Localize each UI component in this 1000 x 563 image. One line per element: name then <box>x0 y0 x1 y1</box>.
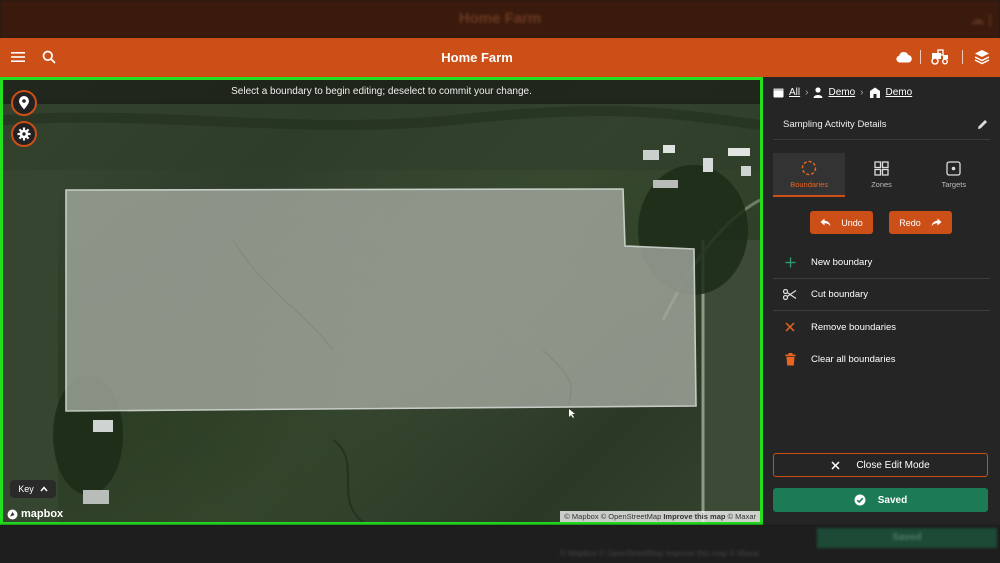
mapbox-icon <box>7 509 18 519</box>
remove-boundaries-action[interactable]: Remove boundaries <box>773 311 990 343</box>
clear-all-boundaries-action[interactable]: Clear all boundaries <box>773 343 990 375</box>
tab-targets[interactable]: Targets <box>918 153 990 197</box>
chevron-up-icon <box>40 486 48 492</box>
attribution-mapbox-link[interactable]: © Mapbox <box>564 512 598 521</box>
key-label: Key <box>18 484 34 494</box>
dashed-circle-icon <box>801 160 817 175</box>
breadcrumb: All › Demo › Demo <box>773 87 912 98</box>
breadcrumb-client[interactable]: Demo <box>828 87 855 98</box>
breadcrumb-farm[interactable]: Demo <box>886 87 913 98</box>
attribution-osm-link[interactable]: © OpenStreetMap <box>601 512 662 521</box>
activity-title: Sampling Activity Details <box>783 119 887 130</box>
edit-pencil-icon[interactable] <box>977 119 988 130</box>
tractor-icon[interactable] <box>929 47 951 67</box>
new-boundary-label: New boundary <box>811 257 873 268</box>
ghost-footer: Saved © Mapbox © OpenStreetMap Improve t… <box>0 525 1000 563</box>
cut-boundary-label: Cut boundary <box>811 289 869 300</box>
app-bar: Home Farm <box>0 38 1000 77</box>
person-icon <box>813 87 823 98</box>
page-title: Home Farm <box>441 50 513 65</box>
grid-icon <box>874 161 889 176</box>
plus-icon <box>785 257 795 268</box>
undo-button[interactable]: Undo <box>810 211 873 234</box>
ghost-cloud-icon: ☁ | <box>970 11 992 27</box>
tab-boundaries-label: Boundaries <box>790 179 829 189</box>
redo-button[interactable]: Redo <box>889 211 952 234</box>
close-edit-mode-button[interactable]: Close Edit Mode <box>773 453 988 477</box>
check-circle-icon <box>854 494 866 506</box>
saved-label: Saved <box>877 494 908 506</box>
saved-button[interactable]: Saved <box>773 488 988 512</box>
ghost-attribution: © Mapbox © OpenStreetMap Improve this ma… <box>560 549 760 558</box>
chevron-right-icon: › <box>805 87 809 98</box>
cut-boundary-action[interactable]: Cut boundary <box>773 279 990 311</box>
mapbox-logo[interactable]: mapbox <box>7 508 63 520</box>
ghost-title: Home Farm <box>458 10 542 27</box>
attribution-maxar-link[interactable]: © Maxar <box>728 512 756 521</box>
scissors-icon <box>783 289 797 300</box>
edit-panel: All › Demo › Demo Sampling Activity Deta… <box>763 77 1000 525</box>
map-settings-button[interactable] <box>11 121 37 147</box>
x-icon <box>785 322 795 332</box>
barn-icon <box>869 87 880 98</box>
tab-zones[interactable]: Zones <box>845 153 917 197</box>
tab-targets-label: Targets <box>941 180 967 189</box>
satellite-imagery <box>3 100 760 522</box>
edit-instruction-banner: Select a boundary to begin editing; dese… <box>3 80 760 104</box>
trash-icon <box>785 352 795 365</box>
redo-icon <box>931 218 942 227</box>
divider <box>920 50 921 64</box>
tab-zones-label: Zones <box>871 180 892 189</box>
undo-label: Undo <box>841 217 863 228</box>
clear-all-boundaries-label: Clear all boundaries <box>811 353 896 365</box>
cloud-icon[interactable] <box>894 47 914 67</box>
edit-mode-tabs: Boundaries Zones Targets <box>773 153 990 197</box>
close-icon <box>831 460 840 470</box>
chevron-right-icon: › <box>860 87 864 98</box>
tab-boundaries[interactable]: Boundaries <box>773 153 846 197</box>
map-attribution: © Mapbox © OpenStreetMap Improve this ma… <box>560 511 760 522</box>
ghost-header: Home Farm ☁ | <box>0 0 1000 38</box>
activity-details-row: Sampling Activity Details <box>773 110 990 140</box>
new-boundary-action[interactable]: New boundary <box>773 247 990 279</box>
redo-label: Redo <box>899 217 921 228</box>
undo-icon <box>820 218 831 227</box>
mapbox-logo-text: mapbox <box>21 508 64 520</box>
remove-boundaries-label: Remove boundaries <box>811 321 897 333</box>
breadcrumb-all[interactable]: All <box>789 87 800 98</box>
location-pin-icon <box>19 96 29 110</box>
map-canvas[interactable]: Select a boundary to begin editing; dese… <box>0 77 763 525</box>
location-pin-button[interactable] <box>11 90 37 116</box>
target-icon <box>946 161 961 176</box>
close-edit-mode-label: Close Edit Mode <box>856 459 930 471</box>
layers-icon[interactable] <box>972 47 992 67</box>
divider <box>962 50 963 64</box>
improve-map-link[interactable]: Improve this map <box>663 512 725 521</box>
gear-icon <box>17 127 31 141</box>
calendar-icon <box>773 88 784 98</box>
map-key-button[interactable]: Key <box>10 480 56 498</box>
ghost-saved: Saved <box>817 528 997 548</box>
